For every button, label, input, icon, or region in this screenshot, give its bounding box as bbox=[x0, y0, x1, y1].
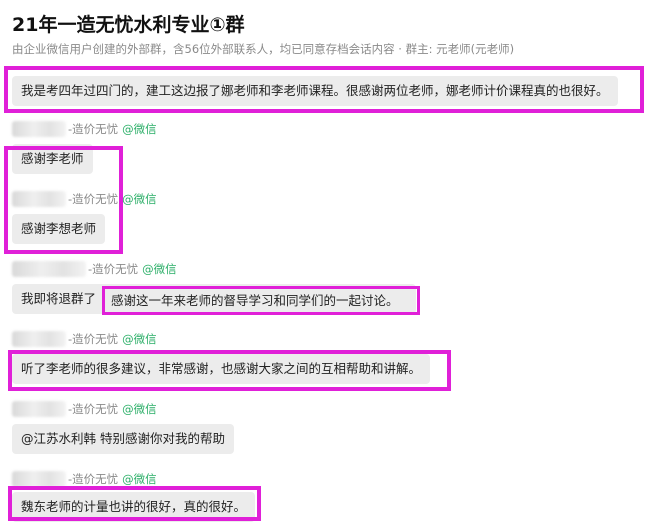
wechat-tag: @微信 bbox=[122, 332, 157, 346]
message-bubble[interactable]: 魏东老师的计量也讲的很好，真的很好。 bbox=[12, 492, 256, 522]
wechat-tag: @微信 bbox=[122, 122, 157, 136]
blurred-avatar-name bbox=[12, 121, 66, 137]
message-bubble[interactable]: 感谢李想老师 bbox=[12, 214, 106, 244]
message-text: 我即将退群了 bbox=[21, 291, 97, 306]
message-bubble[interactable]: @江苏水利韩 特别感谢你对我的帮助 bbox=[12, 424, 234, 454]
blurred-avatar-name bbox=[12, 471, 66, 487]
message-bubble[interactable]: 我是考四年过四门的，建工这边报了娜老师和李老师课程。很感谢两位老师，娜老师计价课… bbox=[12, 76, 618, 106]
sender-suffix: -造价无忧 bbox=[88, 262, 139, 276]
sender-line: -造价无忧 @微信 bbox=[12, 191, 157, 207]
sender-suffix: -造价无忧 bbox=[68, 402, 119, 416]
blurred-avatar-name bbox=[12, 331, 66, 347]
sender-line: -造价无忧 @微信 bbox=[12, 261, 177, 277]
blurred-avatar-name bbox=[12, 401, 66, 417]
message-bubble[interactable]: 听了李老师的很多建议，非常感谢，也感谢大家之间的互相帮助和讲解。 bbox=[12, 354, 431, 384]
sender-line: -造价无忧 @微信 bbox=[12, 331, 157, 347]
blurred-avatar-name bbox=[12, 191, 66, 207]
highlight-box: 感谢这一年来老师的督导学习和同学们的一起讨论。 bbox=[102, 286, 420, 315]
sender-line: -造价无忧 @微信 bbox=[12, 471, 157, 487]
wechat-tag: @微信 bbox=[122, 192, 157, 206]
sender-line: -造价无忧 @微信 bbox=[12, 121, 157, 137]
group-subtitle: 由企业微信用户创建的外部群，含56位外部联系人，均已同意存档会话内容 · 群主:… bbox=[12, 42, 515, 56]
sender-suffix: -造价无忧 bbox=[68, 122, 119, 136]
sender-suffix: -造价无忧 bbox=[68, 192, 119, 206]
sender-suffix: -造价无忧 bbox=[68, 472, 119, 486]
wechat-tag: @微信 bbox=[122, 402, 157, 416]
sender-suffix: -造价无忧 bbox=[68, 332, 119, 346]
wechat-tag: @微信 bbox=[122, 472, 157, 486]
sender-line: -造价无忧 @微信 bbox=[12, 401, 157, 417]
group-title: 21年一造无忧水利专业①群 bbox=[12, 14, 245, 36]
wechat-tag: @微信 bbox=[142, 262, 177, 276]
highlighted-text: 感谢这一年来老师的督导学习和同学们的一起讨论。 bbox=[111, 293, 399, 308]
message-bubble[interactable]: 感谢李老师 bbox=[12, 144, 93, 174]
blurred-avatar-name bbox=[12, 261, 86, 277]
